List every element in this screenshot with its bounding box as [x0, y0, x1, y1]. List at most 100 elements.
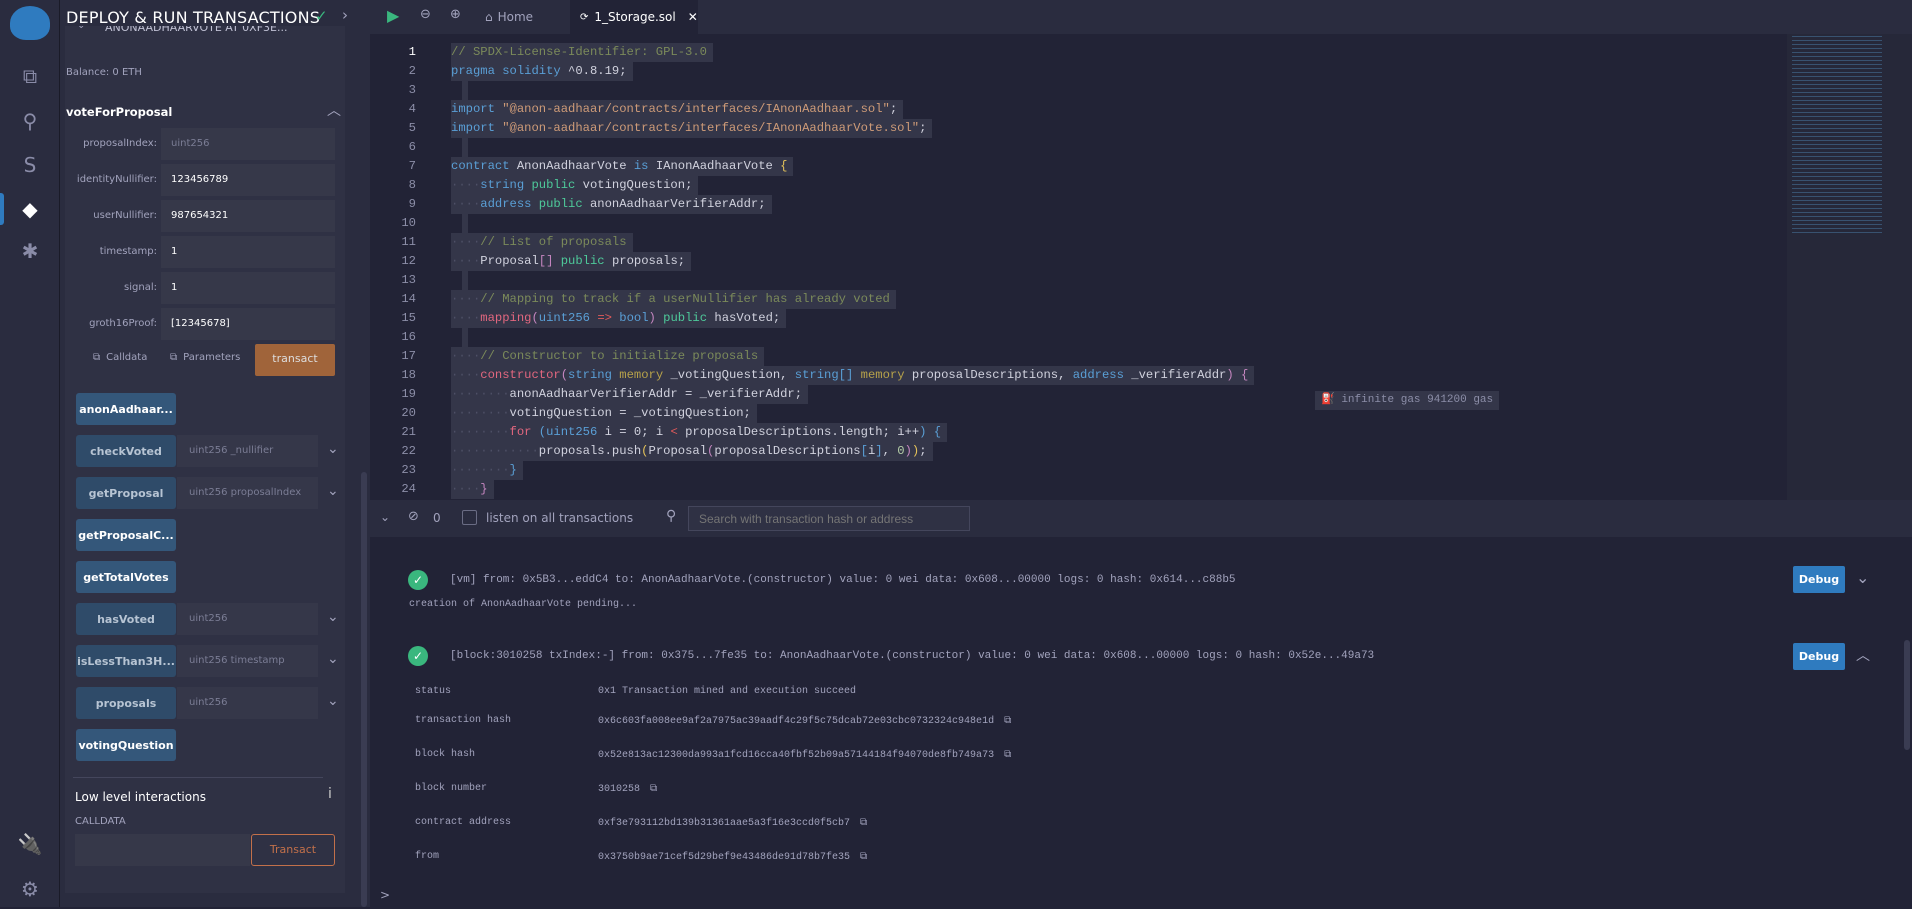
param-input[interactable]: 123456789 [161, 164, 335, 196]
low-level-transact-button[interactable]: Transact [251, 834, 335, 866]
copy-icon[interactable]: ⧉ [860, 818, 867, 829]
line-number: 12 [401, 254, 416, 268]
tx-summary[interactable]: [vm] from: 0x5B3...eddC4 to: AnonAadhaar… [450, 574, 1236, 586]
function-button[interactable]: anonAadhaar... [76, 393, 176, 425]
chevron-down-icon[interactable]: ⌄ [327, 609, 339, 625]
code-token: contract [451, 159, 517, 173]
function-button[interactable]: getProposalC... [76, 519, 176, 551]
expand-icon[interactable]: ⌄ [1856, 568, 1869, 587]
function-arg-input[interactable]: uint256 _nullifier [177, 435, 318, 467]
code-text: ····address public anonAadhaarVerifierAd… [451, 195, 772, 214]
deploy-run-icon[interactable]: ◆ [0, 189, 60, 229]
info-icon[interactable]: i [328, 786, 332, 802]
function-arg-input[interactable]: uint256 [177, 603, 318, 635]
tab-home[interactable]: ⌂ Home [485, 0, 533, 34]
zoom-in-icon[interactable]: ⊕ [450, 7, 461, 22]
chevron-down-icon[interactable]: ⌄ [327, 651, 339, 667]
collapse-icon[interactable]: ︿ [1856, 645, 1870, 665]
function-button[interactable]: isLessThan3H... [76, 645, 176, 677]
code-line: 4 import "@anon-aadhaar/contracts/interfa… [370, 100, 1770, 119]
code-token: memory [619, 368, 671, 382]
plugin-manager-icon[interactable]: 🔌 [0, 824, 60, 864]
debug-button[interactable]: Debug [1793, 566, 1845, 593]
balance: Balance: 0 ETH [66, 67, 142, 78]
check-icon: ✓ [315, 7, 328, 25]
function-button[interactable]: proposals [76, 687, 176, 719]
copy-icon[interactable]: ⧉ [1004, 750, 1011, 761]
collapse-icon[interactable]: ︿ [327, 100, 341, 120]
chevron-right-icon[interactable]: › [342, 6, 348, 24]
debug-button[interactable]: Debug [1793, 643, 1845, 670]
param-input[interactable]: uint256 [161, 128, 335, 160]
line-number: 19 [401, 387, 416, 401]
code-editor[interactable]: 1 // SPDX-License-Identifier: GPL-3.0 2 pra… [370, 34, 1912, 500]
sync-icon: ⟳ [580, 11, 589, 23]
copy-icon[interactable]: ⧉ [650, 784, 657, 795]
calldata-input[interactable] [75, 834, 250, 866]
file-explorer-icon[interactable]: ⧉ [0, 56, 60, 96]
function-arg-input[interactable]: uint256 proposalIndex [177, 477, 318, 509]
code-token: ) { [1226, 368, 1249, 382]
copy-calldata-button[interactable]: ⧉ Calldata [93, 352, 147, 363]
chevron-down-icon[interactable]: ⌄ [327, 483, 339, 499]
code-token: address [480, 197, 539, 211]
pending-message: creation of AnonAadhaarVote pending... [409, 599, 638, 610]
param-label: signal: [124, 282, 157, 293]
close-icon[interactable]: ✕ [688, 10, 698, 24]
code-token: Proposal [648, 444, 708, 458]
listen-checkbox[interactable] [462, 510, 477, 525]
param-input[interactable]: 1 [161, 236, 335, 268]
code-text [462, 81, 468, 100]
function-button[interactable]: getProposal [76, 477, 176, 509]
code-token: public [655, 311, 715, 325]
collapse-terminal-icon[interactable]: ⌄ [380, 510, 390, 524]
transact-button[interactable]: transact [255, 344, 335, 376]
copy-icon: ⧉ [170, 352, 178, 363]
copy-icon[interactable]: ⧉ [1004, 716, 1011, 727]
tab-1-storage-sol[interactable]: ⟳ 1_Storage.sol ✕ [570, 0, 698, 34]
tab-label: 1_Storage.sol [594, 10, 676, 24]
code-token: , [882, 444, 898, 458]
code-token: IAnonAadhaarVote [655, 159, 781, 173]
remix-logo-icon[interactable] [10, 6, 50, 40]
param-input[interactable]: 987654321 [161, 200, 335, 232]
function-button[interactable]: getTotalVotes [76, 561, 176, 593]
search-icon[interactable]: ⚲ [0, 101, 60, 141]
detail-value-text: 0x52e813ac12300da993a1fcd16cca40fbf52b09… [598, 750, 995, 761]
code-token: proposals.push [538, 444, 642, 458]
function-arg-input[interactable]: uint256 [177, 687, 318, 719]
code-text: ········} [451, 461, 523, 480]
clear-console-icon[interactable]: ⊘ [408, 509, 419, 524]
function-button[interactable]: hasVoted [76, 603, 176, 635]
low-level-title: Low level interactions [75, 790, 206, 804]
terminal-scrollbar[interactable] [1904, 640, 1910, 750]
code-text: contract AnonAadhaarVote is IAnonAadhaar… [451, 157, 794, 176]
debugger-icon[interactable]: ✱ [0, 231, 60, 271]
copy-parameters-button[interactable]: ⧉ Parameters [170, 352, 240, 363]
instance-header[interactable]: ⌄ ANONAADHAARVOTE AT 0XF3E... [65, 26, 345, 40]
line-number: 16 [401, 330, 416, 344]
param-input[interactable]: 1 [161, 272, 335, 304]
zoom-out-icon[interactable]: ⊖ [420, 7, 431, 22]
code-token: ···· [451, 178, 481, 192]
tx-summary[interactable]: [block:3010258 txIndex:-] from: 0x375...… [450, 650, 1374, 662]
function-arg-input[interactable]: uint256 timestamp [177, 645, 318, 677]
copy-icon[interactable]: ⧉ [860, 852, 867, 863]
terminal-prompt[interactable]: > [380, 888, 390, 902]
param-input[interactable]: [12345678] [161, 308, 335, 340]
run-icon[interactable]: ▶ [387, 6, 399, 25]
code-token: ···· [451, 254, 481, 268]
solidity-compiler-icon[interactable]: S [0, 145, 60, 185]
function-button[interactable]: checkVoted [76, 435, 176, 467]
panel-scrollbar[interactable] [361, 472, 367, 907]
code-token: uint256 [538, 311, 598, 325]
code-token: { [780, 159, 788, 173]
transaction-search-input[interactable] [688, 506, 970, 531]
function-button[interactable]: votingQuestion [76, 729, 176, 761]
chevron-down-icon[interactable]: ⌄ [327, 441, 339, 457]
success-icon: ✓ [408, 570, 428, 590]
chevron-down-icon[interactable]: ⌄ [327, 693, 339, 709]
settings-gear-icon[interactable]: ⚙ [0, 869, 60, 909]
minimap[interactable] [1787, 34, 1912, 500]
code-text: ····Proposal[] public proposals; [451, 252, 692, 271]
